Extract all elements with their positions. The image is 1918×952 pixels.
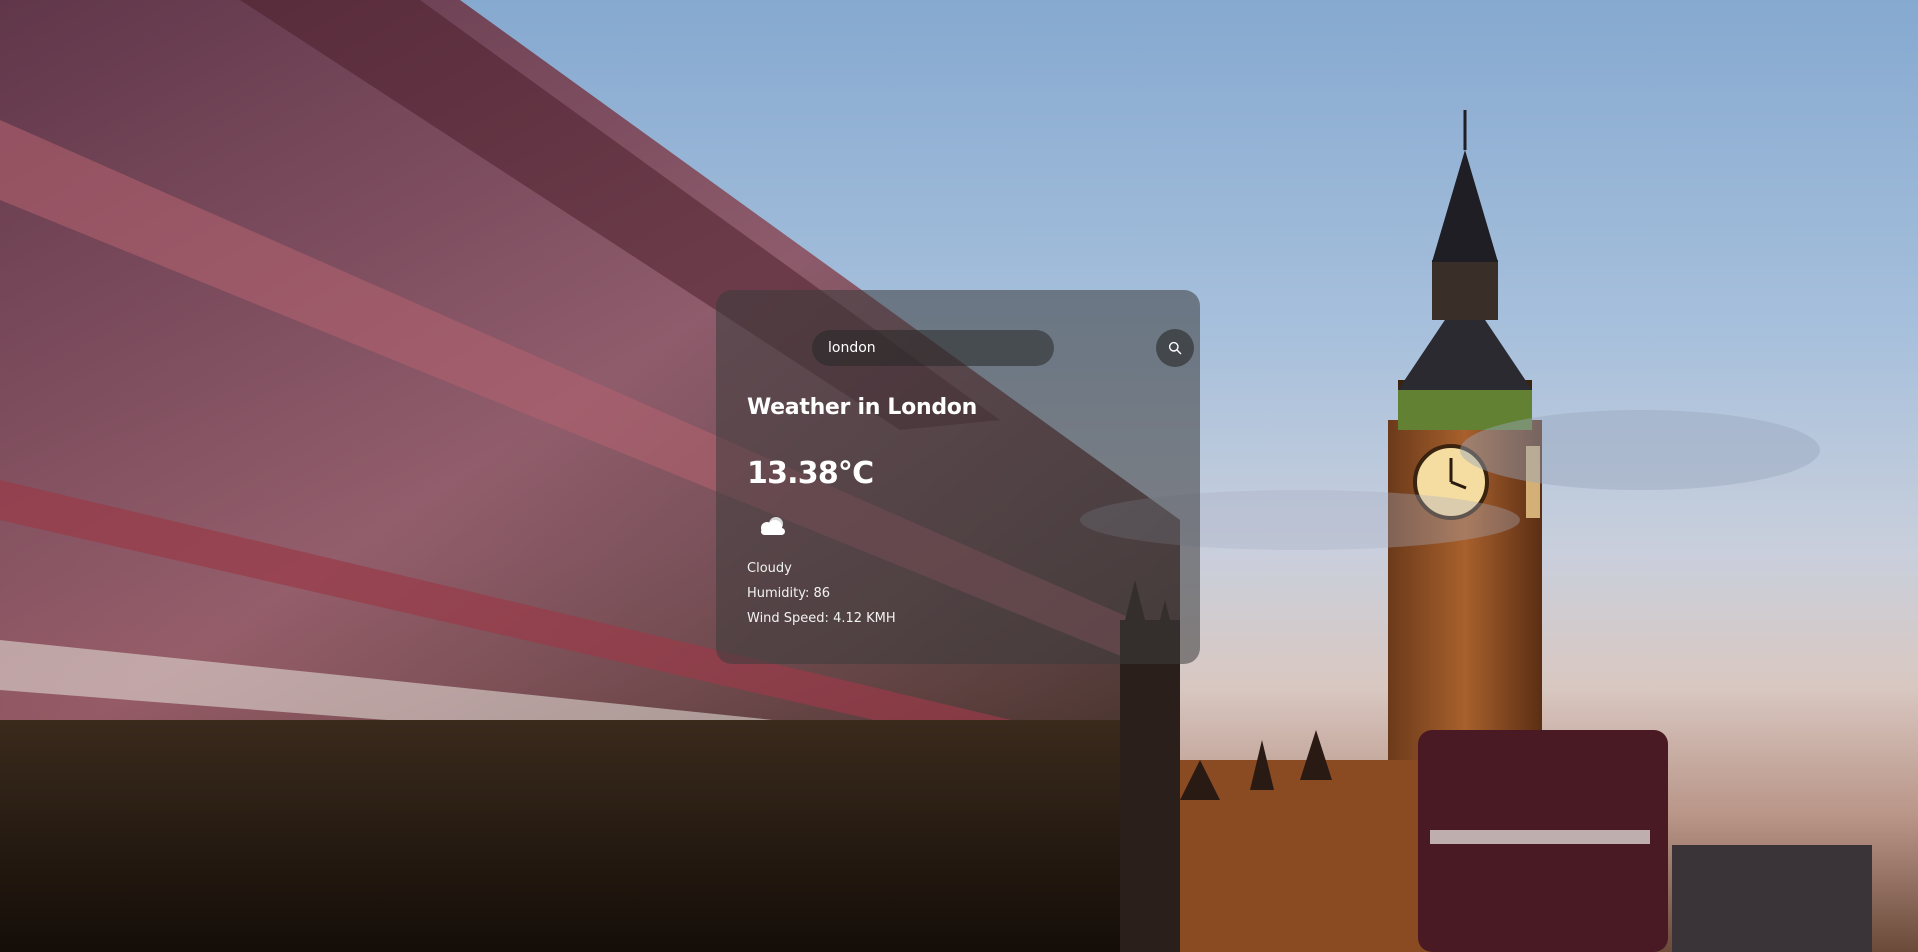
- search-button[interactable]: [1156, 329, 1194, 367]
- weather-card: Weather in London 13.38°C Cloudy Humidit…: [716, 290, 1200, 664]
- weather-title: Weather in London: [747, 395, 977, 420]
- cloud-icon: [761, 517, 785, 535]
- search-icon: [1168, 341, 1182, 355]
- weather-description: Cloudy: [747, 561, 792, 576]
- search-bar: [812, 329, 1194, 367]
- search-input[interactable]: [812, 330, 1054, 366]
- humidity-text: Humidity: 86: [747, 586, 831, 601]
- wind-speed-text: Wind Speed: 4.12 KMH: [747, 611, 896, 626]
- temperature: 13.38°C: [747, 456, 874, 491]
